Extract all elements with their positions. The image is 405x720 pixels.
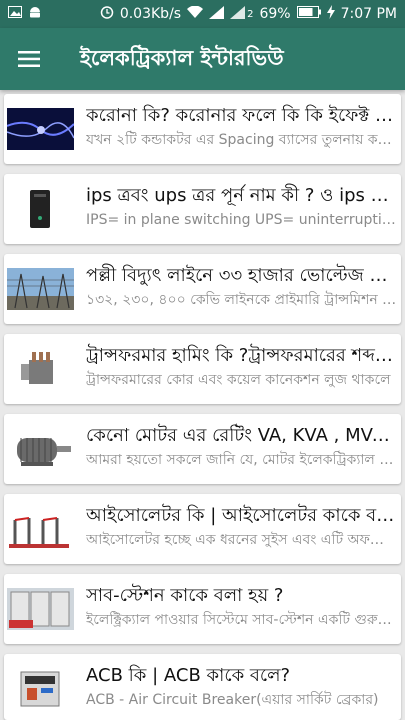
status-bar: 0.03Kb/s 2 69% 7:07 PM — [0, 0, 405, 28]
signal-icon — [209, 5, 225, 23]
article-title: কেনো মোটর এর রেটিং VA, KVA , MVA হয় না — [86, 425, 397, 446]
article-desc: ট্রান্সফরমারের কোর এবং কয়েল কানেকশন লুজ… — [86, 372, 391, 388]
article-card-5[interactable]: কেনো মোটর এর রেটিং VA, KVA , MVA হয় না … — [4, 414, 401, 484]
article-title: পল্লী বিদ্যুৎ লাইনে ৩৩ হাজার ভোল্টেজ কেন — [86, 265, 397, 286]
article-card-3[interactable]: পল্লী বিদ্যুৎ লাইনে ৩৩ হাজার ভোল্টেজ কেন… — [4, 254, 401, 324]
status-right: 0.03Kb/s 2 69% 7:07 PM — [100, 5, 397, 23]
article-title: করোনা কি? করোনার ফলে কি কি ইফেক্ট হয়? — [86, 105, 397, 126]
article-desc: ১৩২, ২৩০, ৪০০ কেভি লাইনকে প্রাইমারি ট্রা… — [86, 292, 397, 308]
article-card-6[interactable]: আইসোলেটর কি | আইসোলেটর কাকে বলে? আইসোলেট… — [4, 494, 401, 564]
status-left — [8, 5, 42, 23]
article-thumbnail — [7, 588, 74, 630]
article-thumbnail — [7, 668, 74, 710]
network-speed: 0.03Kb/s — [119, 6, 182, 22]
battery-percent: 69% — [259, 6, 291, 22]
article-title: আইসোলেটর কি | আইসোলেটর কাকে বলে? — [86, 505, 397, 526]
article-thumbnail — [7, 108, 74, 150]
article-card-4[interactable]: ট্রান্সফরমার হামিং কি ?ট্রান্সফরমারের শব… — [4, 334, 401, 404]
article-thumbnail — [7, 428, 74, 470]
article-title: সাব-স্টেশন কাকে বলা হয় ? — [86, 585, 284, 606]
hamburger-menu-button[interactable] — [0, 28, 58, 90]
article-card-8[interactable]: ACB কি | ACB কাকে বলে? ACB - Air Circuit… — [4, 654, 401, 720]
battery-icon — [296, 6, 321, 22]
signal-2-icon — [230, 5, 246, 23]
article-desc: আইসোলেটর হচ্ছে এক ধরনের সুইস এবং এটি অফল… — [86, 532, 397, 548]
article-title: ACB কি | ACB কাকে বলে? — [86, 665, 291, 686]
alarm-icon — [100, 5, 114, 23]
article-desc: আমরা হয়তো সকলে জানি যে, মোটর ইলেকট্রিক্… — [86, 452, 397, 468]
clock: 7:07 PM — [340, 6, 397, 22]
article-card-1[interactable]: করোনা কি? করোনার ফলে কি কি ইফেক্ট হয়? য… — [4, 94, 401, 164]
charging-icon — [326, 5, 335, 23]
app-bar: ইলেকট্রিক্যাল ইন্টারভিউ — [0, 28, 405, 90]
hamburger-menu-icon — [18, 51, 40, 67]
article-desc: যখন ২টি কন্ডাকটর এর Spacing ব্যাসের তুলন… — [86, 132, 397, 148]
gallery-icon — [8, 6, 22, 22]
article-thumbnail — [7, 188, 74, 230]
sim2-label: 2 — [247, 8, 254, 20]
article-desc: ইলেক্ট্রিক্যাল পাওয়ার সিস্টেমে সাব-স্টে… — [86, 612, 397, 628]
article-desc: ACB - Air Circuit Breaker(এয়ার সার্কিট … — [86, 692, 379, 708]
article-title: ট্রান্সফরমার হামিং কি ?ট্রান্সফরমারের শব… — [86, 345, 397, 366]
article-thumbnail — [7, 508, 74, 550]
article-thumbnail — [7, 348, 74, 390]
article-thumbnail — [7, 268, 74, 310]
wifi-icon — [187, 5, 204, 23]
article-desc: IPS= in plane switching UPS= uninterrupt… — [86, 212, 397, 228]
article-title: ips ত্রবং ups ত্রর পূর্ন নাম কী ? ও ips … — [86, 185, 397, 206]
article-card-7[interactable]: সাব-স্টেশন কাকে বলা হয় ? ইলেক্ট্রিক্যাল… — [4, 574, 401, 644]
android-icon — [28, 5, 42, 23]
article-card-2[interactable]: ips ত্রবং ups ত্রর পূর্ন নাম কী ? ও ips … — [4, 174, 401, 244]
app-title: ইলেকট্রিক্যাল ইন্টারভিউ — [80, 45, 284, 70]
